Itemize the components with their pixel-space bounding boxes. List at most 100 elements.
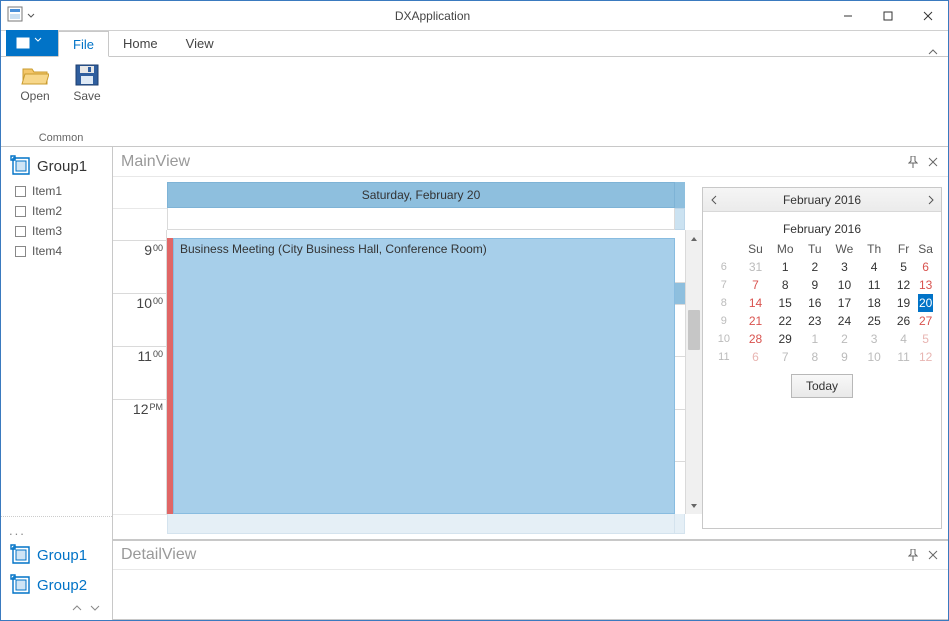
nav-group-2[interactable]: Group2 — [1, 570, 112, 600]
calendar-day[interactable]: 10 — [829, 276, 859, 294]
calendar-day[interactable]: 19 — [889, 294, 918, 312]
scroll-up-icon[interactable] — [686, 230, 702, 247]
calendar-title: February 2016 — [711, 222, 933, 236]
ribbon-collapse-icon[interactable] — [918, 48, 948, 56]
calendar-day[interactable]: 26 — [889, 312, 918, 330]
dow-header: Sa — [918, 240, 933, 258]
calendar-day[interactable]: 5 — [889, 258, 918, 276]
calendar-day[interactable]: 7 — [770, 348, 800, 366]
calendar-day[interactable]: 9 — [829, 348, 859, 366]
file-menu-icon — [16, 37, 30, 49]
mainview-header: MainView — [113, 147, 948, 177]
calendar-day[interactable]: 15 — [770, 294, 800, 312]
dow-header: Su — [741, 240, 771, 258]
calendar-day[interactable]: 27 — [918, 312, 933, 330]
save-button[interactable]: Save — [67, 61, 107, 103]
close-icon[interactable] — [926, 548, 940, 562]
main-area: MainView Saturday, Februar — [113, 147, 948, 620]
calendar-day[interactable]: 4 — [859, 258, 888, 276]
tab-view-label: View — [186, 36, 214, 51]
tab-home-label: Home — [123, 36, 158, 51]
open-button[interactable]: Open — [15, 61, 55, 103]
tab-home[interactable]: Home — [109, 30, 172, 56]
calendar-day[interactable]: 13 — [918, 276, 933, 294]
calendar-day[interactable]: 9 — [800, 276, 829, 294]
calendar-day[interactable]: 1 — [770, 258, 800, 276]
calendar-day[interactable]: 14 — [741, 294, 771, 312]
nav-item-4[interactable]: Item4 — [1, 241, 112, 261]
calendar-day[interactable]: 22 — [770, 312, 800, 330]
scheduler-scrollbar[interactable] — [685, 230, 702, 514]
calendar-day[interactable]: 8 — [800, 348, 829, 366]
appointment-text: Business Meeting (City Business Hall, Co… — [180, 242, 487, 510]
allday-cell[interactable] — [167, 208, 675, 230]
calendar-day[interactable]: 24 — [829, 312, 859, 330]
prev-month-icon[interactable] — [703, 195, 723, 205]
qat-dropdown-icon[interactable] — [25, 12, 37, 20]
calendar-day[interactable]: 17 — [829, 294, 859, 312]
day-header[interactable]: Saturday, February 20 — [167, 182, 675, 208]
calendar-grid: SuMoTuWeThFrSa 6311234567789101112138141… — [711, 240, 933, 366]
next-month-icon[interactable] — [921, 195, 941, 205]
calendar-day[interactable]: 29 — [770, 330, 800, 348]
appointment[interactable]: Business Meeting (City Business Hall, Co… — [167, 238, 675, 514]
calendar-day[interactable]: 18 — [859, 294, 888, 312]
day-column[interactable]: Business Meeting (City Business Hall, Co… — [167, 230, 675, 514]
checkbox-icon — [15, 186, 26, 197]
layers-icon — [9, 154, 31, 179]
maximize-button[interactable] — [868, 2, 908, 30]
nav-scroll-down-icon[interactable] — [90, 600, 104, 614]
minimize-button[interactable] — [828, 2, 868, 30]
save-floppy-icon — [73, 63, 101, 87]
calendar-day[interactable]: 6 — [741, 348, 771, 366]
calendar-day[interactable]: 6 — [918, 258, 933, 276]
ribbon-panel: Open Save Common — [1, 57, 948, 147]
calendar-day[interactable]: 12 — [889, 276, 918, 294]
pin-icon[interactable] — [906, 548, 920, 562]
calendar-day[interactable]: 16 — [800, 294, 829, 312]
calendar-day[interactable]: 8 — [770, 276, 800, 294]
calendar-day[interactable]: 31 — [741, 258, 771, 276]
nav-group-1[interactable]: Group1 — [1, 540, 112, 570]
week-number: 6 — [711, 258, 741, 276]
today-button[interactable]: Today — [791, 374, 853, 398]
calendar-day[interactable]: 3 — [829, 258, 859, 276]
close-button[interactable] — [908, 2, 948, 30]
calendar-day[interactable]: 2 — [800, 258, 829, 276]
calendar-day[interactable]: 28 — [741, 330, 771, 348]
calendar-day[interactable]: 2 — [829, 330, 859, 348]
calendar-day[interactable]: 10 — [859, 348, 888, 366]
calendar-day[interactable]: 1 — [800, 330, 829, 348]
nav-group-top[interactable]: Group1 — [1, 151, 112, 181]
dow-header: Tu — [800, 240, 829, 258]
nav-group-2-label: Group2 — [37, 577, 87, 594]
nav-item-1[interactable]: Item1 — [1, 181, 112, 201]
calendar-day[interactable]: 21 — [741, 312, 771, 330]
nav-overflow-ellipsis[interactable]: ... — [1, 521, 112, 540]
calendar-day[interactable]: 3 — [859, 330, 888, 348]
calendar-day[interactable]: 20 — [918, 294, 933, 312]
calendar-day[interactable]: 7 — [741, 276, 771, 294]
scroll-down-icon[interactable] — [686, 497, 702, 514]
calendar-day[interactable]: 12 — [918, 348, 933, 366]
scroll-thumb[interactable] — [688, 310, 700, 350]
close-icon[interactable] — [926, 155, 940, 169]
nav-scroll-up-icon[interactable] — [72, 600, 86, 614]
nav-item-3[interactable]: Item3 — [1, 221, 112, 241]
calendar-day[interactable]: 4 — [889, 330, 918, 348]
calendar-day[interactable]: 5 — [918, 330, 933, 348]
monthbar-title: February 2016 — [723, 193, 921, 207]
tab-file[interactable]: File — [58, 31, 109, 57]
checkbox-icon — [15, 206, 26, 217]
pin-icon[interactable] — [906, 155, 920, 169]
week-number: 7 — [711, 276, 741, 294]
nav-item-2[interactable]: Item2 — [1, 201, 112, 221]
file-menu-button[interactable] — [6, 30, 58, 56]
calendar-day[interactable]: 25 — [859, 312, 888, 330]
tab-view[interactable]: View — [172, 30, 228, 56]
calendar-day[interactable]: 11 — [859, 276, 888, 294]
scheduler-footer-cell — [167, 514, 675, 534]
timeslot-10: 1000 — [113, 293, 166, 346]
calendar-day[interactable]: 11 — [889, 348, 918, 366]
calendar-day[interactable]: 23 — [800, 312, 829, 330]
